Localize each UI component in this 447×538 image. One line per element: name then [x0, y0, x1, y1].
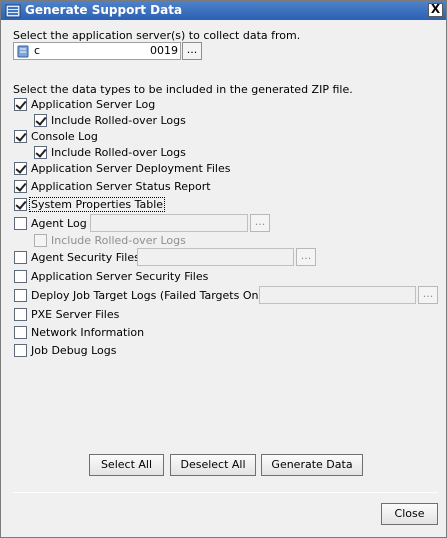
app-security-label: Application Server Security Files [31, 270, 209, 283]
agent-security-browse-button[interactable]: ... [296, 248, 316, 266]
agent-security-label: Agent Security Files [31, 251, 140, 264]
system-properties-label: System Properties Table [28, 197, 166, 212]
console-log-label: Console Log [31, 130, 98, 143]
deploy-job-logs-path-field[interactable] [259, 286, 416, 304]
network-info-label: Network Information [31, 326, 145, 339]
deselect-all-button[interactable]: Deselect All [170, 454, 256, 476]
browse-servers-button[interactable]: ... [182, 42, 202, 60]
agent-security-path-field[interactable] [137, 248, 294, 266]
app-server-log-label: Application Server Log [31, 98, 156, 111]
deploy-job-logs-label: Deploy Job Target Logs (Failed Targets O… [31, 289, 273, 302]
app-server-log-checkbox[interactable] [14, 98, 27, 111]
deployment-files-checkbox[interactable] [14, 162, 27, 175]
title-bar[interactable]: Generate Support Data X [1, 1, 446, 20]
console-log-rolled-label: Include Rolled-over Logs [51, 146, 186, 159]
deploy-job-logs-checkbox[interactable] [14, 289, 27, 302]
server-name-suffix: 0019 [150, 44, 178, 57]
system-properties-checkbox[interactable] [14, 198, 27, 211]
agent-log-label: Agent Log [31, 217, 87, 230]
status-report-label: Application Server Status Report [31, 180, 211, 193]
servers-prompt: Select the application server(s) to coll… [13, 29, 301, 42]
job-debug-checkbox[interactable] [14, 344, 27, 357]
server-icon [17, 45, 29, 58]
pxe-files-checkbox[interactable] [14, 308, 27, 321]
generate-support-data-dialog: Generate Support Data X Select the appli… [0, 0, 447, 538]
support-data-app-icon [5, 4, 21, 18]
app-security-checkbox[interactable] [14, 270, 27, 283]
console-log-rolled-checkbox[interactable] [34, 146, 47, 159]
agent-log-checkbox[interactable] [14, 217, 27, 230]
generate-data-button[interactable]: Generate Data [261, 454, 363, 476]
agent-log-rolled-label: Include Rolled-over Logs [51, 234, 186, 247]
agent-security-checkbox[interactable] [14, 251, 27, 264]
app-server-log-rolled-checkbox[interactable] [34, 114, 47, 127]
agent-log-browse-button[interactable]: ... [250, 214, 270, 232]
agent-log-path-field[interactable] [90, 214, 248, 232]
agent-log-rolled-checkbox[interactable] [34, 234, 47, 247]
footer-divider [13, 492, 438, 493]
status-report-checkbox[interactable] [14, 180, 27, 193]
dialog-title: Generate Support Data [25, 3, 183, 17]
console-log-checkbox[interactable] [14, 130, 27, 143]
server-selection-field[interactable]: c 0019 [13, 42, 181, 60]
server-name-prefix: c [34, 44, 41, 57]
app-server-log-rolled-label: Include Rolled-over Logs [51, 114, 186, 127]
deploy-job-logs-browse-button[interactable]: ... [418, 286, 438, 304]
close-window-icon[interactable]: X [428, 3, 443, 17]
select-all-button[interactable]: Select All [89, 454, 164, 476]
deployment-files-label: Application Server Deployment Files [31, 162, 231, 175]
pxe-files-label: PXE Server Files [31, 308, 120, 321]
job-debug-label: Job Debug Logs [31, 344, 117, 357]
network-info-checkbox[interactable] [14, 326, 27, 339]
close-button[interactable]: Close [381, 503, 438, 525]
types-prompt: Select the data types to be included in … [13, 83, 353, 96]
